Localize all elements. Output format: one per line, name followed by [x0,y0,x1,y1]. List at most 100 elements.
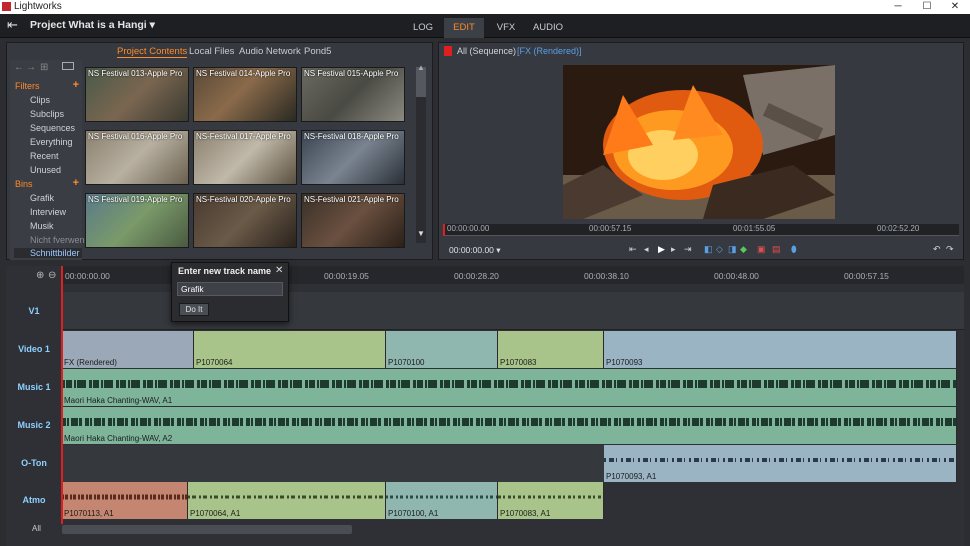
mark-clip-icon[interactable]: ◇ [716,244,723,255]
scroll-down-icon[interactable]: ▼ [417,229,425,238]
waveform [62,494,187,500]
audio-clip[interactable]: P1070083, A1 [498,482,604,519]
clip-thumbnail[interactable]: NS-Festival 018-Apple Pro [301,130,405,185]
track-label-atmo[interactable]: Atmo [6,495,62,505]
viewer-ruler-label: 00:00:00.00 [447,224,490,233]
track-label-music1[interactable]: Music 1 [6,382,62,392]
step-back-icon[interactable]: ◂ [644,244,649,255]
audio-clip[interactable]: Maori Haka Chanting-WAV, A1 [62,369,957,406]
dialog-close-icon[interactable]: ✕ [275,265,283,276]
video-clip[interactable]: P1070100 [386,331,498,368]
tab-edit[interactable]: EDIT [444,18,484,38]
waveform [62,418,956,426]
clip-thumbnail[interactable]: NS Festival 014-Apple Pro [193,67,297,122]
track-oton-empty[interactable] [62,445,604,482]
track-name-input[interactable] [177,282,283,296]
timeline-playhead[interactable] [61,266,63,524]
filter-clips[interactable]: Clips [30,95,50,105]
window-titlebar: Lightworks ─ ☐ ✕ [0,0,970,14]
waveform [188,495,385,499]
video-clip[interactable]: P1070064 [194,331,386,368]
tab-pond5[interactable]: Pond5 [304,46,331,57]
go-to-end-icon[interactable]: ⇥ [684,244,692,255]
filters-header: Filters [15,81,40,91]
filter-recent[interactable]: Recent [30,151,59,161]
project-title[interactable]: Project What is a Hangi ▾ [30,19,155,31]
filter-everything[interactable]: Everything [30,137,73,147]
do-it-button[interactable]: Do It [179,303,209,316]
audio-clip[interactable]: P1070113, A1 [62,482,188,519]
video-clip[interactable]: P1070083 [498,331,604,368]
viewer-playhead[interactable] [443,224,445,236]
mark-out-icon[interactable]: ◨ [728,244,737,255]
play-icon[interactable]: ▶ [658,244,665,255]
filter-unused[interactable]: Unused [30,165,61,175]
timecode-display[interactable]: 00:00:00.00 ▾ [449,245,501,256]
add-bin-icon[interactable]: + [73,177,79,189]
back-arrow-icon[interactable]: ← [14,62,24,73]
timeline-ruler-label: 00:00:57.15 [844,271,889,281]
timeline-scrollbar[interactable] [62,525,352,534]
audio-clip[interactable]: P1070064, A1 [188,482,386,519]
minimize-button[interactable]: ─ [883,0,913,14]
browser-scrollbar[interactable] [416,67,426,243]
exit-project-icon[interactable]: ⇤ [7,18,23,32]
video-clip[interactable]: FX (Rendered) [62,331,194,368]
clip-thumbnail[interactable]: NS Festival 016-Apple Pro [85,130,189,185]
insert-icon[interactable]: ▣ [757,244,766,255]
audio-clip[interactable]: P1070093, A1 [604,445,957,482]
audio-clip[interactable]: Maori Haka Chanting-WAV, A2 [62,407,957,444]
filter-subclips[interactable]: Subclips [30,109,64,119]
redo-icon[interactable]: ↷ [946,244,954,255]
step-forward-icon[interactable]: ▸ [671,244,676,255]
bin-musik[interactable]: Musik [30,221,54,231]
close-button[interactable]: ✕ [940,0,970,14]
tab-audio-network[interactable]: Audio Network [239,46,301,57]
keyboard-icon[interactable] [62,62,74,70]
maximize-button[interactable]: ☐ [912,0,942,14]
track-label-music2[interactable]: Music 2 [6,420,62,430]
track-label-video1[interactable]: Video 1 [6,344,62,354]
zoom-out-icon[interactable]: ⊖ [48,270,56,281]
mark-in-icon[interactable]: ◧ [704,244,713,255]
tab-log[interactable]: LOG [405,18,441,38]
undo-icon[interactable]: ↶ [933,244,941,255]
video-frame [563,65,835,219]
clip-thumbnail[interactable]: NS Festival 019-Apple Pro [85,193,189,248]
replace-icon[interactable]: ▤ [772,244,781,255]
add-cue-icon[interactable]: ◆ [740,244,747,255]
track-label-v1[interactable]: V1 [6,306,62,316]
clip-thumbnail[interactable]: NS-Festival 021-Apple Pro [301,193,405,248]
clip-thumbnail[interactable]: NS Festival 015-Apple Pro [301,67,405,122]
filter-sequences[interactable]: Sequences [30,123,75,133]
tab-audio[interactable]: AUDIO [528,18,568,38]
video-clip[interactable]: P1070093 [604,331,957,368]
tab-project-contents[interactable]: Project Contents [117,46,188,58]
record-marker-icon [444,46,452,56]
bin-nicht-verwendet[interactable]: Nicht fverwenc [30,235,89,245]
clip-thumbnail[interactable]: NS Festival 013-Apple Pro [85,67,189,122]
add-filter-icon[interactable]: + [73,79,79,91]
track-label-oton[interactable]: O-Ton [6,458,62,468]
clip-thumbnail[interactable]: NS-Festival 017-Apple Pro [193,130,297,185]
tab-vfx[interactable]: VFX [488,18,524,38]
tab-local-files[interactable]: Local Files [189,46,234,57]
go-to-start-icon[interactable]: ⇤ [629,244,637,255]
all-tracks-label[interactable]: All [32,524,41,533]
viewer-ruler-label: 00:00:57.15 [589,224,632,233]
bin-interview[interactable]: Interview [30,207,66,217]
bin-schnittbilder[interactable]: Schnittbilder [14,248,82,258]
audio-clip[interactable]: P1070100, A1 [386,482,498,519]
clip-thumbnail[interactable]: NS-Festival 020-Apple Pro [193,193,297,248]
zoom-in-icon[interactable]: ⊕ [36,270,44,281]
app-icon [2,2,11,11]
forward-arrow-icon[interactable]: → [26,62,36,73]
bin-grafik[interactable]: Grafik [30,193,54,203]
view-mode-icon[interactable]: ⊞ [40,62,48,73]
viewer-ruler[interactable]: 00:00:00.00 00:00:57.15 00:01:55.05 00:0… [443,224,959,236]
fire-image [563,65,835,219]
timeline-ruler-label: 00:00:38.10 [584,271,629,281]
voiceover-mic-icon[interactable]: ⬮ [791,244,797,255]
dialog-title: Enter new track name [178,266,272,276]
scroll-up-icon[interactable]: ▲ [417,63,425,72]
